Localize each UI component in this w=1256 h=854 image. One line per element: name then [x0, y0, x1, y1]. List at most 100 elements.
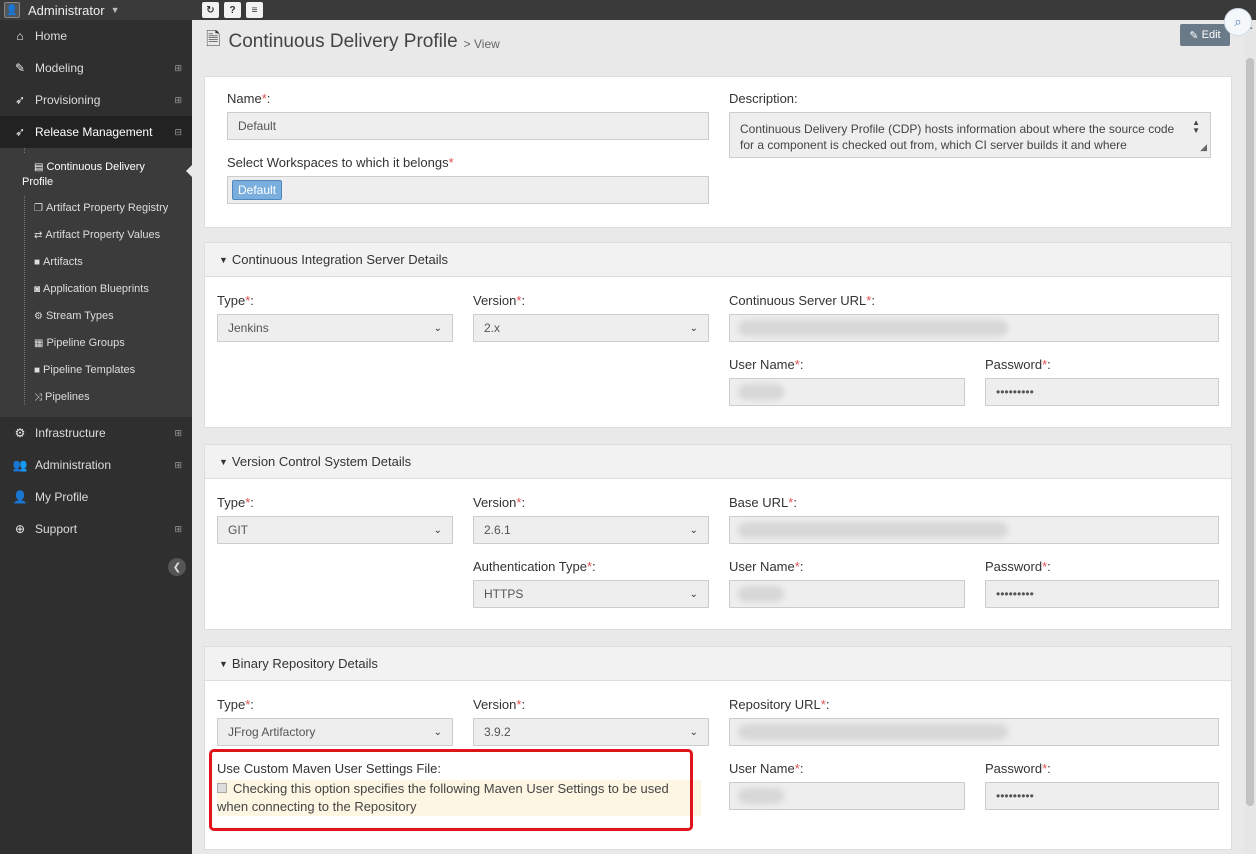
- sub-label: Pipeline Templates: [43, 364, 136, 376]
- vcs-base-url-label: Base URL*:: [729, 495, 797, 510]
- help-icon[interactable]: ?: [224, 2, 241, 18]
- collapse-sidebar-icon[interactable]: ❮: [168, 558, 186, 576]
- ci-type-select[interactable]: Jenkins ⌄: [217, 314, 453, 342]
- nav-item-administration[interactable]: 👥 Administration ⊞: [0, 449, 192, 481]
- description-textarea[interactable]: Continuous Delivery Profile (CDP) hosts …: [729, 112, 1211, 158]
- lifebuoy-icon: ⊕: [14, 522, 26, 536]
- briefcase-icon: ■: [34, 365, 41, 376]
- nav-label: Infrastructure: [35, 426, 106, 440]
- vcs-auth-label-text: Authentication Type: [473, 559, 587, 574]
- nav-label: Administration: [35, 458, 112, 472]
- required-marker: *: [1042, 761, 1048, 776]
- nav-item-infrastructure[interactable]: ⚙ Infrastructure ⊞: [0, 417, 192, 449]
- nav-item-home[interactable]: ⌂ Home: [0, 20, 192, 52]
- required-marker: *: [820, 697, 826, 712]
- sub-item-stream-types[interactable]: ⚙ Stream Types: [0, 303, 192, 330]
- screenshot-search-icon[interactable]: ⌕: [1224, 8, 1252, 36]
- vcs-type-field: Type*: GIT ⌄: [217, 495, 453, 544]
- repo-url-input[interactable]: [729, 718, 1219, 746]
- ci-username-input[interactable]: [729, 378, 965, 406]
- chevron-down-icon: ⌄: [433, 726, 442, 738]
- expand-icon: ⊞: [174, 459, 182, 470]
- repo-password-label-text: Password: [985, 761, 1043, 776]
- repo-url-label: Repository URL*:: [729, 697, 830, 712]
- ci-version-select[interactable]: 2.x ⌄: [473, 314, 709, 342]
- repo-version-select[interactable]: 3.9.2 ⌄: [473, 718, 709, 746]
- sub-item-artifact-property-registry[interactable]: ❐ Artifact Property Registry: [0, 195, 192, 222]
- description-text: Continuous Delivery Profile (CDP) hosts …: [740, 122, 1175, 152]
- ci-url-input[interactable]: [729, 314, 1219, 342]
- ci-username-field: User Name*:: [729, 357, 965, 406]
- refresh-icon[interactable]: ↻: [202, 2, 219, 18]
- expand-icon: ⊞: [174, 523, 182, 534]
- workspaces-input[interactable]: Default: [227, 176, 709, 204]
- sub-item-pipelines[interactable]: ⤨ Pipelines: [0, 384, 192, 411]
- ci-panel: ▼ Continuous Integration Server Details …: [204, 242, 1232, 428]
- user-icon: 👤: [4, 2, 20, 18]
- sub-item-continuous-delivery-profile[interactable]: ▤ Continuous Delivery Profile: [0, 154, 193, 195]
- ci-password-input[interactable]: •••••••••: [985, 378, 1219, 406]
- repo-panel-header[interactable]: ▼ Binary Repository Details: [205, 647, 1231, 681]
- user-menu[interactable]: 👤 Administrator ▼: [0, 0, 192, 20]
- repo-type-select[interactable]: JFrog Artifactory ⌄: [217, 718, 453, 746]
- chevron-down-icon: ▼: [110, 5, 120, 15]
- edit-button[interactable]: ✎ Edit: [1180, 24, 1230, 46]
- document-icon: ▤: [34, 162, 44, 173]
- required-marker: *: [245, 293, 251, 308]
- edit-label: Edit: [1201, 29, 1221, 41]
- required-marker: *: [586, 559, 593, 574]
- ci-panel-header[interactable]: ▼ Continuous Integration Server Details: [205, 243, 1231, 277]
- ci-type-field: Type*: Jenkins ⌄: [217, 293, 453, 342]
- ci-version-value: 2.x: [484, 321, 501, 335]
- vcs-type-select[interactable]: GIT ⌄: [217, 516, 453, 544]
- sub-item-application-blueprints[interactable]: ◙ Application Blueprints: [0, 276, 192, 303]
- workspaces-field: Select Workspaces to which it belongs* D…: [227, 155, 709, 204]
- repo-version-value: 3.9.2: [484, 725, 511, 739]
- ci-version-field: Version*: 2.x ⌄: [473, 293, 709, 342]
- nav-item-release-management[interactable]: ➶ Release Management ⊟: [0, 116, 192, 148]
- nav-label: Home: [35, 29, 68, 43]
- rocket-icon: ➶: [14, 125, 26, 139]
- expand-icon: ⊞: [174, 62, 182, 73]
- sub-label: Artifact Property Values: [45, 229, 161, 241]
- vcs-base-url-input[interactable]: [729, 516, 1219, 544]
- vcs-version-label: Version*:: [473, 495, 526, 510]
- sub-label: Stream Types: [45, 310, 114, 322]
- nav-label: Modeling: [35, 61, 84, 75]
- repo-username-input[interactable]: [729, 782, 965, 810]
- random-icon: ⤨: [34, 392, 42, 403]
- vcs-version-label-text: Version: [473, 495, 517, 510]
- nav-item-modeling[interactable]: ✎ Modeling ⊞: [0, 52, 192, 84]
- vcs-password-input[interactable]: •••••••••: [985, 580, 1219, 608]
- vcs-version-select[interactable]: 2.6.1 ⌄: [473, 516, 709, 544]
- workspace-tag[interactable]: Default: [232, 180, 283, 200]
- highlight-annotation: [209, 749, 693, 831]
- resize-handle-icon[interactable]: ◢: [1200, 139, 1207, 155]
- nav-item-support[interactable]: ⊕ Support ⊞: [0, 513, 192, 545]
- home-icon: ⌂: [16, 29, 24, 43]
- menu-icon[interactable]: ≡: [246, 2, 263, 18]
- nav-item-my-profile[interactable]: 👤 My Profile: [0, 481, 192, 513]
- ci-username-label: User Name*:: [729, 357, 804, 372]
- spinner-icon[interactable]: ▲ ▼: [1192, 119, 1200, 135]
- vcs-auth-select[interactable]: HTTPS ⌄: [473, 580, 709, 608]
- sub-label: Continuous Delivery: [46, 161, 145, 173]
- sub-item-artifact-property-values[interactable]: ⇄ Artifact Property Values: [0, 222, 192, 249]
- nav-item-provisioning[interactable]: ➶ Provisioning ⊞: [0, 84, 192, 116]
- sub-item-artifacts[interactable]: ■ Artifacts: [0, 249, 192, 276]
- vcs-panel-header[interactable]: ▼ Version Control System Details: [205, 445, 1231, 479]
- required-marker: *: [1042, 357, 1048, 372]
- vcs-type-label-text: Type: [217, 495, 246, 510]
- caret-down-icon: ▼: [219, 658, 228, 669]
- cogs-icon: ⚙: [34, 311, 43, 322]
- repo-password-input[interactable]: •••••••••: [985, 782, 1219, 810]
- vcs-username-input[interactable]: [729, 580, 965, 608]
- name-input[interactable]: Default: [227, 112, 709, 140]
- sub-item-pipeline-groups[interactable]: ▦ Pipeline Groups: [0, 330, 192, 357]
- vcs-username-label-text: User Name: [729, 559, 795, 574]
- vertical-scrollbar[interactable]: ▲: [1244, 20, 1256, 854]
- name-label-text: Name: [227, 91, 262, 106]
- top-toolbar: ↻ ? ≡: [192, 0, 1256, 20]
- sub-item-pipeline-templates[interactable]: ■ Pipeline Templates: [0, 357, 192, 384]
- scrollbar-thumb[interactable]: [1246, 58, 1254, 806]
